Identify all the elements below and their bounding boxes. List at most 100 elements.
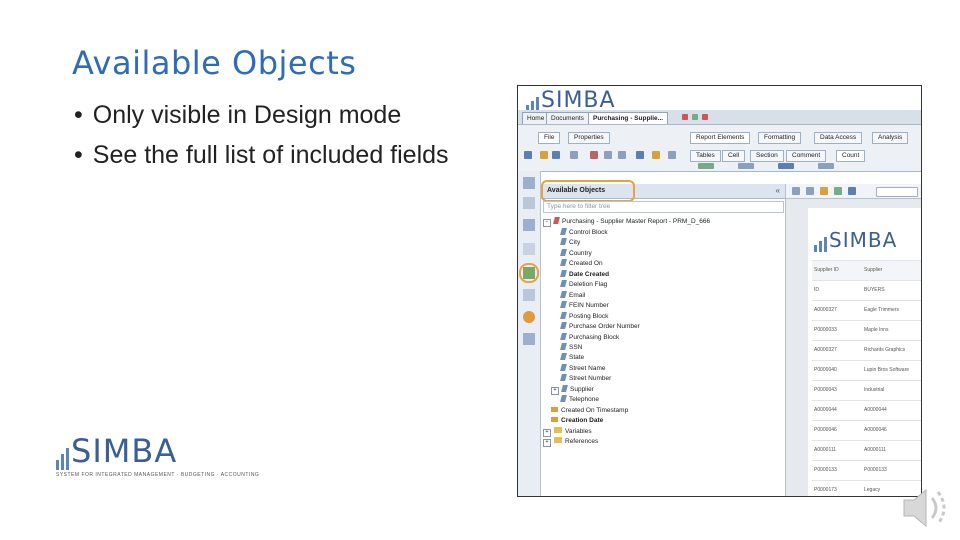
tree-item[interactable]: + Variables xyxy=(543,426,592,437)
validate-icon[interactable] xyxy=(820,187,828,195)
tree-item[interactable]: Creation Date xyxy=(551,416,603,426)
tree-item-label: Street Name xyxy=(569,364,606,372)
table-icon[interactable] xyxy=(698,163,714,169)
print-icon[interactable] xyxy=(570,151,578,159)
tree-item-label: Country xyxy=(569,249,592,257)
tab-documents[interactable]: Documents xyxy=(546,112,589,124)
tree-item[interactable]: SSN xyxy=(560,342,582,353)
format-icon[interactable] xyxy=(668,151,676,159)
tree-item-label: Supplier xyxy=(570,385,594,393)
outline-icon[interactable] xyxy=(523,289,535,301)
tab-purchasing-report[interactable]: Purchasing - Supplie... xyxy=(588,112,669,124)
logo-bars-icon xyxy=(814,237,827,252)
tree-item-label: Control Block xyxy=(569,229,608,236)
dimension-icon xyxy=(560,280,567,288)
tree-item[interactable]: Posting Block xyxy=(560,311,608,322)
table-cell: P0000046 xyxy=(814,427,837,433)
tab-icon[interactable] xyxy=(692,114,698,120)
tree-item[interactable]: Created On xyxy=(560,259,603,269)
tree-item[interactable]: City xyxy=(560,238,580,248)
section-icon[interactable] xyxy=(778,163,794,169)
list-icon[interactable] xyxy=(523,333,535,345)
cut-icon[interactable] xyxy=(590,151,598,159)
tree-item[interactable]: Street Number xyxy=(560,374,611,384)
tab-cell[interactable]: Cell xyxy=(722,150,746,162)
dimension-icon xyxy=(560,374,567,382)
simba-logo: SIMBA SYSTEM FOR INTEGRATED MANAGEMENT ·… xyxy=(56,432,259,478)
tree-item[interactable]: Date Created xyxy=(560,269,609,280)
expand-icon[interactable]: + xyxy=(543,439,551,447)
tab-icon[interactable] xyxy=(682,114,688,120)
dimension-icon xyxy=(560,363,567,371)
table-row: P0000043 Industrial xyxy=(812,380,921,401)
tree-item[interactable]: Email xyxy=(560,290,586,301)
app-screenshot: SIMBA Home Documents Purchasing - Suppli… xyxy=(517,85,922,497)
undo-icon[interactable] xyxy=(524,151,532,159)
tree-item[interactable]: + References xyxy=(543,437,598,447)
paste-icon[interactable] xyxy=(618,151,626,159)
help-icon[interactable] xyxy=(523,243,535,255)
tab-properties[interactable]: Properties xyxy=(568,132,610,144)
highlight-ring xyxy=(519,263,539,283)
tree-item[interactable]: Control Block xyxy=(560,228,608,238)
formula-icon[interactable] xyxy=(792,187,800,195)
collapse-icon[interactable]: « xyxy=(776,186,780,195)
zoom-icon[interactable] xyxy=(848,187,856,195)
tree-item-label: State xyxy=(569,354,585,362)
function-icon[interactable] xyxy=(806,187,814,195)
report-header-row: ID BUYERS xyxy=(812,280,921,301)
tab-comment[interactable]: Comment xyxy=(786,150,827,162)
highlight-ring xyxy=(541,180,635,202)
tab-file[interactable]: File xyxy=(538,132,561,144)
tree-root[interactable]: − Purchasing - Supplier Master Report - P… xyxy=(543,217,710,227)
expand-icon[interactable]: + xyxy=(551,386,559,395)
tree-item[interactable]: Purchasing Block xyxy=(560,332,619,343)
report-page: SIMBA Supplier ID Supplier ID BUYERS A00… xyxy=(808,208,921,496)
dimension-icon xyxy=(560,301,567,309)
table-cell: P0000133 xyxy=(864,467,887,473)
apply-icon[interactable] xyxy=(834,187,842,195)
report-logo-text: SIMBA xyxy=(829,228,898,252)
tab-report-elements[interactable]: Report Elements xyxy=(690,132,751,144)
save-icon[interactable] xyxy=(552,151,560,159)
document-icon[interactable] xyxy=(523,177,535,189)
structure-icon[interactable] xyxy=(523,197,535,209)
dimension-icon xyxy=(560,342,567,350)
tree-item[interactable]: + Supplier xyxy=(551,384,594,395)
tree-item[interactable]: Country xyxy=(560,248,592,259)
tab-tables[interactable]: Tables xyxy=(690,150,721,162)
chart-icon[interactable] xyxy=(818,163,834,169)
formula-bar xyxy=(786,184,921,199)
open-icon[interactable] xyxy=(540,151,548,159)
tab-formatting[interactable]: Formatting xyxy=(758,132,802,144)
formula-input[interactable] xyxy=(876,187,918,197)
tab-count[interactable]: Count xyxy=(836,150,866,162)
close-icon[interactable] xyxy=(702,114,708,120)
tree-filter-input[interactable]: Type here to filter tree xyxy=(543,201,784,213)
tab-analysis[interactable]: Analysis xyxy=(872,132,909,144)
table-cell: A0000327 xyxy=(814,307,837,313)
header-cell: ID xyxy=(814,287,819,293)
tree-item[interactable]: Deletion Flag xyxy=(560,280,607,290)
copy-icon[interactable] xyxy=(604,151,612,159)
tree-item-label: Purchase Order Number xyxy=(569,323,640,331)
speaker-icon[interactable] xyxy=(898,480,958,536)
tree-item[interactable]: State xyxy=(560,353,585,363)
tree-item[interactable]: Street Name xyxy=(560,363,606,374)
tab-data-access[interactable]: Data Access xyxy=(814,132,863,144)
tree-item[interactable]: FEIN Number xyxy=(560,301,609,311)
cell-icon[interactable] xyxy=(738,163,754,169)
tree-item[interactable]: Telephone xyxy=(560,395,599,405)
table-row: P0000046 A0000046 xyxy=(812,420,921,441)
table-row: P0000040 Lupin Bros Software xyxy=(812,360,921,381)
sort-icon[interactable] xyxy=(652,151,660,159)
filter-icon[interactable] xyxy=(636,151,644,159)
tree-item[interactable]: Created On Timestamp xyxy=(551,406,628,416)
tree-item[interactable]: Purchase Order Number xyxy=(560,322,640,332)
expand-icon[interactable]: + xyxy=(543,428,551,437)
expand-icon[interactable]: − xyxy=(543,219,551,227)
tree-item-label: Email xyxy=(569,291,586,299)
tab-section[interactable]: Section xyxy=(750,150,784,162)
navigation-icon[interactable] xyxy=(523,219,535,231)
data-icon[interactable] xyxy=(523,311,535,323)
